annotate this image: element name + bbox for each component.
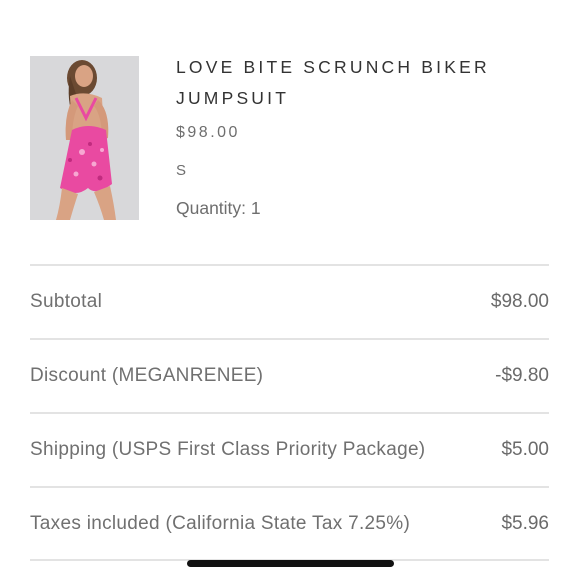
taxes-label: Taxes included (California State Tax 7.2… — [30, 512, 411, 534]
shipping-value: $5.00 — [501, 439, 549, 460]
product-image[interactable] — [30, 56, 139, 220]
product-photo-illustration — [30, 56, 139, 220]
subtotal-row: Subtotal $98.00 — [30, 264, 549, 338]
home-indicator[interactable] — [187, 560, 394, 567]
discount-label: Discount (MEGANRENEE) — [30, 365, 264, 386]
cart-line-item: LOVE BITE SCRUNCH BIKER JUMPSUIT $98.00 … — [30, 56, 550, 236]
discount-row: Discount (MEGANRENEE) -$9.80 — [30, 338, 549, 412]
product-info: LOVE BITE SCRUNCH BIKER JUMPSUIT $98.00 … — [176, 56, 550, 219]
taxes-value: $5.96 — [501, 512, 549, 534]
order-summary: Subtotal $98.00 Discount (MEGANRENEE) -$… — [30, 264, 549, 561]
product-title[interactable]: LOVE BITE SCRUNCH BIKER JUMPSUIT — [176, 52, 516, 114]
product-price: $98.00 — [176, 124, 240, 141]
shipping-row: Shipping (USPS First Class Priority Pack… — [30, 412, 549, 486]
taxes-row: Taxes included (California State Tax 7.2… — [30, 486, 549, 561]
product-quantity: Quantity: 1 — [176, 198, 261, 218]
product-size: S — [176, 162, 187, 179]
discount-value: -$9.80 — [495, 365, 549, 386]
shipping-label: Shipping (USPS First Class Priority Pack… — [30, 439, 426, 460]
subtotal-label: Subtotal — [30, 291, 103, 312]
subtotal-value: $98.00 — [490, 291, 549, 312]
